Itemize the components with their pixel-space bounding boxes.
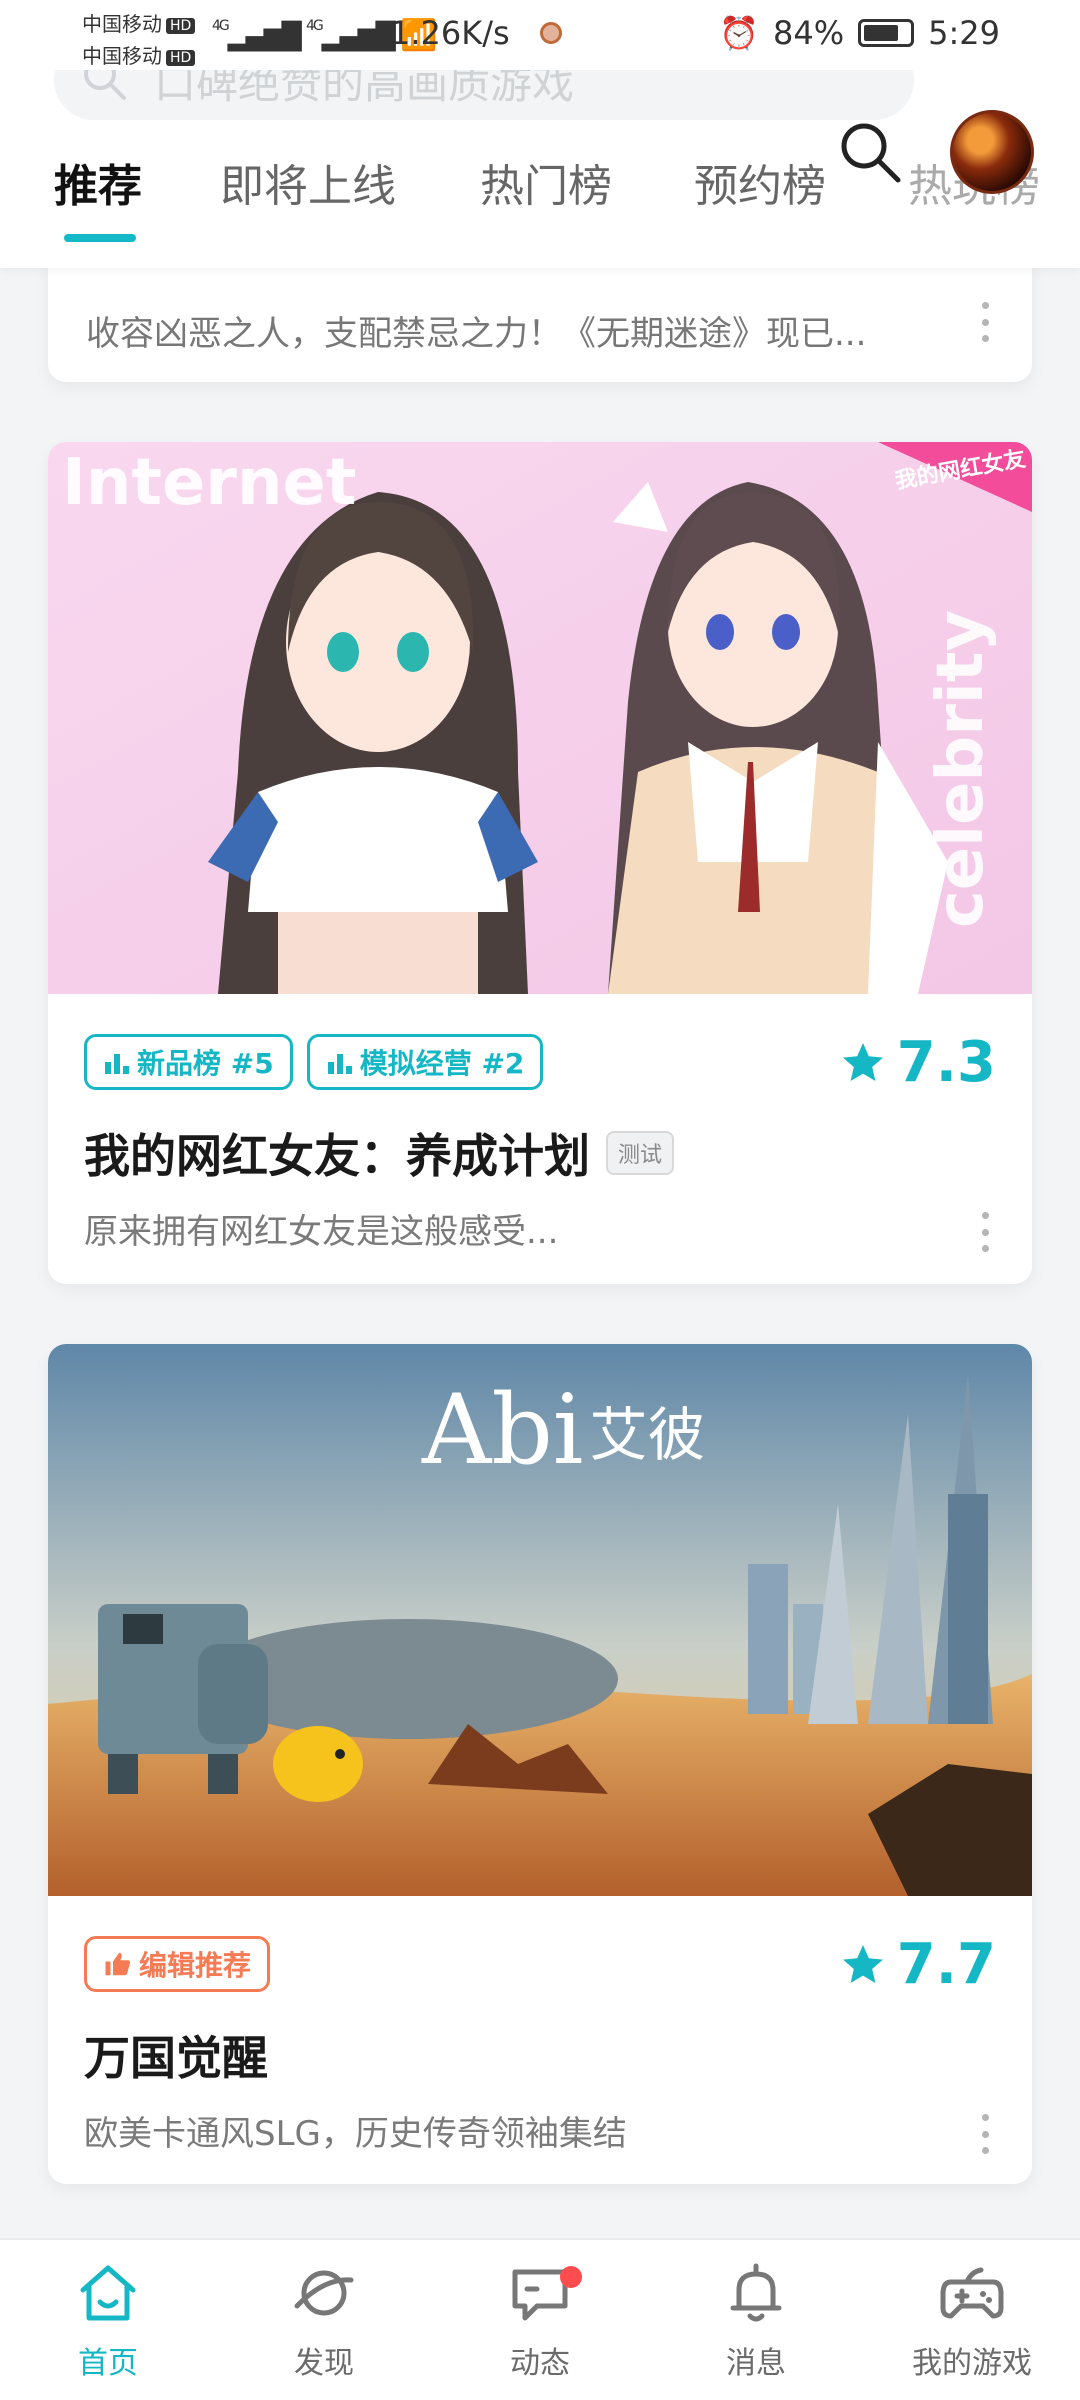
tab-bar: 推荐 即将上线 热门榜 预约榜 热玩榜 (0, 150, 1080, 242)
clock: 5:29 (928, 14, 1000, 52)
app-screen: 中国移动 HD 中国移动 HD 4G▂▄▆█ 4G▂▄▆█ 📶 1.26K/s ⏰ … (0, 0, 1080, 2400)
game-description: 收容凶恶之人，支配禁忌之力！《无期迷途》现已... (86, 314, 867, 354)
tab-upcoming[interactable]: 即将上线 (220, 150, 396, 214)
ranking-tag[interactable]: 新品榜 #5 (84, 1034, 293, 1090)
nav-my-games[interactable]: 我的游戏 (864, 2258, 1080, 2398)
star-icon (842, 1944, 883, 1983)
alarm-icon: ⏰ (719, 14, 760, 52)
active-tab-indicator (64, 234, 136, 242)
game-card[interactable]: Abi 艾彼 编辑推荐 7.7 万国觉醒 欧美卡通风SLG，历史传奇领袖集结 (48, 1344, 1032, 2184)
bottom-navigation: 首页 发现 动态 消息 我的游戏 (0, 2238, 1080, 2400)
star-icon (842, 1042, 883, 1081)
nav-home[interactable]: 首页 (0, 2258, 216, 2398)
gamepad-icon (940, 2267, 1004, 2319)
search-icon[interactable] (836, 118, 906, 188)
battery-icon (858, 19, 915, 47)
nav-activity[interactable]: 动态 (432, 2258, 648, 2398)
tab-reservation-chart[interactable]: 预约榜 (694, 150, 826, 214)
game-card[interactable]: Internet celebrity 我的网红女友 新品榜 #5 模拟经营 #2… (48, 442, 1032, 1284)
game-rating: 7.3 (839, 1030, 996, 1095)
tab-recommend[interactable]: 推荐 (54, 150, 142, 214)
status-bar: 中国移动 HD 中国移动 HD 4G▂▄▆█ 4G▂▄▆█ 📶 1.26K/s ⏰ … (0, 0, 1080, 70)
tab-hot-chart[interactable]: 热门榜 (480, 150, 612, 214)
home-icon (80, 2265, 136, 2321)
game-description: 欧美卡通风SLG，历史传奇领袖集结 (84, 2114, 627, 2154)
game-title[interactable]: 万国觉醒 (84, 2022, 268, 2088)
carrier-1: 中国移动 HD (82, 8, 196, 37)
ranking-icon (327, 1054, 352, 1074)
game-title[interactable]: 我的网红女友：养成计划 测试 (84, 1120, 675, 1186)
more-options-icon[interactable] (982, 302, 992, 342)
notification-dot (560, 2266, 582, 2288)
discover-icon (294, 2270, 354, 2316)
cover-text-celebrity: celebrity (923, 609, 998, 929)
cover-text-internet: Internet (62, 446, 357, 520)
nav-discover[interactable]: 发现 (216, 2258, 432, 2398)
editor-pick-tag[interactable]: 编辑推荐 (84, 1936, 271, 1992)
tag-list: 新品榜 #5 模拟经营 #2 (84, 1034, 544, 1090)
test-badge: 测试 (606, 1131, 675, 1175)
network-speed: 1.26K/s (390, 14, 510, 52)
game-cover-image[interactable]: Abi 艾彼 (48, 1344, 1032, 1896)
game-cover-image[interactable]: Internet celebrity 我的网红女友 (48, 442, 1032, 994)
nav-messages[interactable]: 消息 (648, 2258, 864, 2398)
more-options-icon[interactable] (982, 2114, 992, 2154)
game-description: 原来拥有网红女友是这般感受... (84, 1212, 559, 1252)
ranking-tag[interactable]: 模拟经营 #2 (306, 1034, 544, 1090)
game-info: 编辑推荐 7.7 万国觉醒 欧美卡通风SLG，历史传奇领袖集结 (48, 1896, 1032, 2184)
game-rating: 7.7 (839, 1932, 996, 1997)
carrier-2: 中国移动 HD (82, 40, 196, 69)
tag-list: 编辑推荐 (84, 1936, 271, 1992)
battery-percent: 84% (773, 14, 845, 52)
cover-logo: Abi 艾彼 (422, 1374, 706, 1486)
game-info: 新品榜 #5 模拟经营 #2 7.3 我的网红女友：养成计划 测试 原来拥有网红… (48, 994, 1032, 1284)
app-notification-icon (540, 22, 562, 44)
more-options-icon[interactable] (982, 1212, 992, 1252)
thumbs-up-icon (105, 1952, 130, 1976)
ranking-icon (105, 1054, 129, 1074)
bell-icon (730, 2263, 782, 2322)
avatar[interactable] (950, 110, 1034, 194)
